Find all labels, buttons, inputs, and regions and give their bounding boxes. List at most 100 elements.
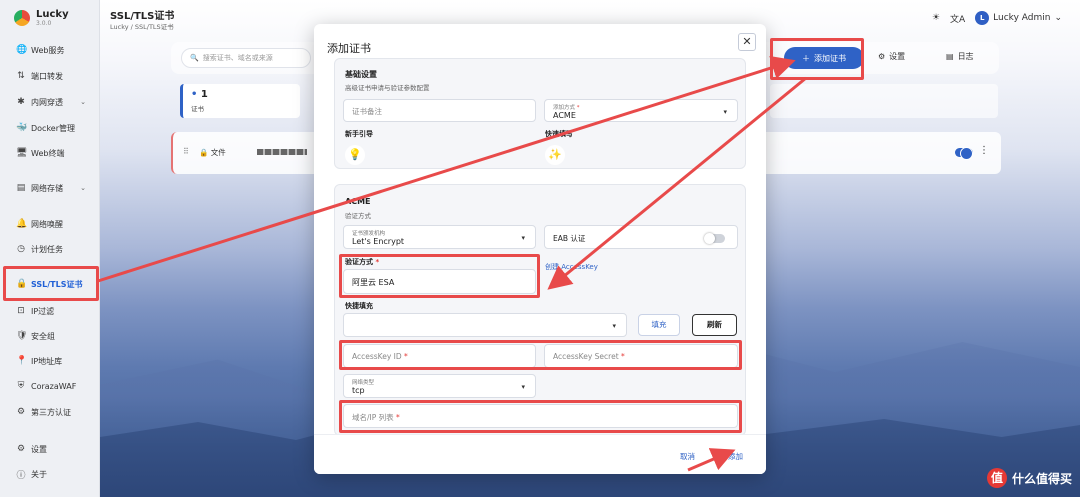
cancel-button[interactable]: 取消 — [680, 451, 695, 462]
log-icon: ▤ — [946, 52, 954, 61]
sidebar-item-label: 网络唤醒 — [31, 219, 63, 229]
dot-icon: • — [191, 89, 198, 100]
sidebar-item-label: 内网穿透 — [31, 97, 63, 107]
remark-placeholder: 证书备注 — [352, 107, 382, 116]
stat-count: • 1 — [191, 89, 292, 100]
user-menu[interactable]: L Lucky Admin ⌄ — [975, 11, 1062, 25]
avatar: L — [975, 11, 990, 25]
drag-handle-icon[interactable]: ⠿ — [183, 147, 189, 156]
fill-button[interactable]: 填充 — [638, 314, 680, 336]
add-method-select[interactable]: 添加方式 * ACME ▾ — [544, 99, 738, 122]
page-title: SSL/TLS证书 — [110, 11, 175, 22]
location-pin-icon: 📍 — [16, 356, 28, 366]
log-button[interactable]: ▤ 日志 — [946, 51, 974, 62]
sidebar-item-tunnel[interactable]: ✱ 内网穿透 ⌄ — [8, 92, 96, 112]
log-label: 日志 — [957, 52, 974, 61]
sidebar-item-port-forward[interactable]: ⇅ 端口转发 — [8, 66, 96, 86]
caret-down-icon: ▾ — [612, 322, 616, 330]
magic-wand-icon[interactable]: ✨ — [545, 145, 565, 165]
add-method-value: ACME — [553, 111, 576, 120]
section-subtitle: 验证方式 — [345, 212, 371, 220]
top-actions: ☀ 文A L Lucky Admin ⌄ — [932, 11, 1062, 25]
cert-file-label: 🔒 文件 — [199, 147, 226, 158]
more-vert-icon[interactable]: ⋮ — [979, 145, 989, 156]
section-title: ACME — [345, 197, 371, 206]
required-mark: * — [576, 105, 580, 111]
file-label-text: 文件 — [210, 148, 226, 157]
info-icon: ⓘ — [16, 470, 26, 481]
user-name: Lucky Admin — [993, 13, 1051, 23]
sidebar-item-label: CorazaWAF — [31, 381, 77, 391]
chevron-down-icon: ⌄ — [80, 98, 86, 106]
sidebar-item-network-storage[interactable]: ▤ 网络存储 ⌄ — [8, 178, 96, 198]
refresh-button[interactable]: 刷新 — [692, 314, 737, 336]
app-version: 3.0.0 — [36, 20, 52, 27]
sidebar-item-label: 端口转发 — [31, 71, 63, 81]
sidebar-item-web-service[interactable]: 🌐 Web服务 — [8, 40, 96, 60]
cert-enable-toggle[interactable] — [955, 147, 973, 160]
sidebar: Lucky 3.0.0 🌐 Web服务 ⇅ 端口转发 ✱ 内网穿透 ⌄ 🐳 Docker管… — [0, 0, 100, 497]
eab-toggle[interactable] — [704, 233, 725, 244]
sidebar-item-web-terminal[interactable]: 🖥 Web终端 — [8, 143, 96, 163]
search-placeholder: 搜索证书、域名或来源 — [202, 54, 273, 62]
sidebar-item-label: 设置 — [31, 444, 47, 454]
confirm-add-button[interactable]: 添加 — [728, 451, 743, 462]
sidebar-item-label: Web服务 — [31, 45, 65, 55]
quick-fill-label: 快速填写 — [545, 130, 573, 138]
ca-label: 证书颁发机构 — [352, 231, 386, 237]
ca-select[interactable]: 证书颁发机构 Let's Encrypt ▾ — [343, 225, 536, 249]
sidebar-item-about[interactable]: ⓘ 关于 — [8, 464, 96, 484]
watermark: 值 什么值得买 — [986, 468, 1072, 488]
sidebar-item-label: 第三方认证 — [31, 407, 71, 417]
settings-button[interactable]: ⚙ 设置 — [878, 51, 905, 62]
brand: Lucky 3.0.0 — [14, 9, 69, 27]
filter-bar — [770, 84, 998, 118]
dialog-title: 添加证书 — [327, 42, 371, 55]
stat-card-certs[interactable]: • 1 证书 — [180, 84, 300, 118]
network-label: 网络类型 — [352, 380, 375, 386]
sidebar-item-ip-filter[interactable]: ⊡ IP过滤 — [8, 301, 96, 321]
network-type-select[interactable]: 网络类型 tcp ▾ — [343, 374, 536, 398]
chevron-down-icon: ⌄ — [80, 184, 86, 192]
gear-icon: ⚙ — [878, 52, 886, 61]
docker-icon: 🐳 — [16, 123, 28, 133]
caret-down-icon: ▾ — [521, 234, 525, 242]
theme-sun-icon[interactable]: ☀ — [932, 13, 940, 23]
basic-settings-section: 基础设置 高级证书申请与验证参数配置 证书备注 添加方式 * ACME ▾ 新手… — [334, 58, 746, 169]
monitor-icon: 🖥 — [16, 148, 28, 158]
search-input[interactable]: 🔍 搜索证书、域名或来源 — [181, 48, 311, 68]
sidebar-item-label: 计划任务 — [31, 244, 63, 254]
sidebar-item-coraza-waf[interactable]: ⛨ CorazaWAF — [8, 376, 96, 396]
sidebar-item-label: 关于 — [31, 469, 47, 479]
section-subtitle: 高级证书申请与验证参数配置 — [345, 84, 430, 92]
sidebar-item-label: Web终端 — [31, 148, 65, 158]
chevron-down-icon: ⌄ — [1054, 13, 1062, 23]
masked-domain — [257, 149, 307, 155]
ca-value: Let's Encrypt — [352, 237, 405, 246]
clock-icon: ◷ — [17, 244, 25, 254]
sidebar-item-label: 安全组 — [31, 331, 55, 341]
sidebar-item-docker[interactable]: 🐳 Docker管理 — [8, 118, 96, 138]
sidebar-item-wol[interactable]: 🔔 网络唤醒 — [8, 214, 96, 234]
sidebar-item-label: 网络存储 — [31, 183, 63, 193]
quick-fill-select[interactable]: ▾ — [343, 313, 627, 337]
bell-icon: 🔔 — [16, 219, 28, 229]
close-icon[interactable]: ✕ — [738, 33, 756, 51]
create-accesskey-link[interactable]: 创建 AccessKey — [545, 262, 598, 272]
highlight-verify-method — [339, 254, 540, 298]
sidebar-item-label: IP过滤 — [31, 306, 55, 316]
highlight-ssl-nav — [3, 266, 99, 301]
gear-icon: ⚙ — [16, 444, 26, 454]
caret-down-icon: ▾ — [521, 383, 525, 391]
quick-fill-title: 快捷填充 — [345, 302, 373, 310]
remark-input[interactable]: 证书备注 — [343, 99, 536, 122]
lightbulb-icon[interactable]: 💡 — [345, 145, 365, 165]
stat-count-value: 1 — [200, 89, 208, 100]
sidebar-item-schedule[interactable]: ◷ 计划任务 — [8, 239, 96, 259]
sidebar-item-settings[interactable]: ⚙ 设置 — [8, 439, 96, 459]
auth-shield-icon: ⚙ — [16, 407, 26, 417]
sidebar-item-security-group[interactable]: 🛡 安全组 — [8, 326, 96, 346]
sidebar-item-third-party-auth[interactable]: ⚙ 第三方认证 — [8, 402, 96, 422]
sidebar-item-ip-db[interactable]: 📍 IP地址库 — [8, 351, 96, 371]
translate-icon[interactable]: 文A — [950, 12, 965, 25]
